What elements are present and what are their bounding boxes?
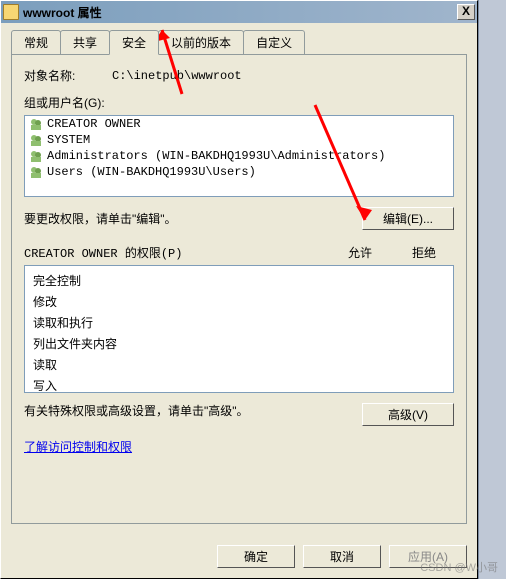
list-item-label: SYSTEM bbox=[47, 133, 90, 147]
cancel-button[interactable]: 取消 bbox=[303, 545, 381, 568]
groups-label: 组或用户名(G): bbox=[24, 94, 454, 111]
folder-icon bbox=[3, 4, 19, 20]
close-button[interactable]: X bbox=[457, 4, 475, 20]
permissions-listbox[interactable]: 完全控制 修改 读取和执行 列出文件夹内容 读取 写入 bbox=[24, 265, 454, 393]
deny-header: 拒绝 bbox=[394, 244, 454, 261]
tab-previous-versions[interactable]: 以前的版本 bbox=[158, 30, 244, 55]
perm-row: 读取 bbox=[33, 354, 445, 375]
advanced-button[interactable]: 高级(V) bbox=[362, 403, 454, 426]
properties-dialog: wwwroot 属性 X 常规 共享 安全 以前的版本 自定义 对象名称: C:… bbox=[0, 0, 478, 579]
tab-security[interactable]: 安全 bbox=[109, 30, 159, 55]
perm-row: 完全控制 bbox=[33, 270, 445, 291]
list-item-label: Administrators (WIN-BAKDHQ1993U\Administ… bbox=[47, 149, 385, 163]
users-icon bbox=[29, 149, 43, 163]
permissions-label: CREATOR OWNER 的权限(P) bbox=[24, 244, 326, 261]
users-icon bbox=[29, 133, 43, 147]
users-icon bbox=[29, 117, 43, 131]
security-panel: 对象名称: C:\inetpub\wwwroot 组或用户名(G): CREAT… bbox=[11, 54, 467, 524]
list-item-label: CREATOR OWNER bbox=[47, 117, 141, 131]
object-name-label: 对象名称: bbox=[24, 67, 112, 84]
groups-listbox[interactable]: CREATOR OWNER SYSTEM Administrators (WIN… bbox=[24, 115, 454, 197]
list-item[interactable]: Administrators (WIN-BAKDHQ1993U\Administ… bbox=[25, 148, 453, 164]
object-path: C:\inetpub\wwwroot bbox=[112, 69, 242, 83]
perm-row: 修改 bbox=[33, 291, 445, 312]
edit-hint: 要更改权限，请单击"编辑"。 bbox=[24, 210, 362, 227]
edit-button[interactable]: 编辑(E)... bbox=[362, 207, 454, 230]
list-item[interactable]: SYSTEM bbox=[25, 132, 453, 148]
perm-row: 写入 bbox=[33, 375, 445, 393]
background-window bbox=[478, 0, 506, 579]
list-item[interactable]: CREATOR OWNER bbox=[25, 116, 453, 132]
advanced-hint: 有关特殊权限或高级设置，请单击"高级"。 bbox=[24, 403, 362, 420]
tab-strip: 常规 共享 安全 以前的版本 自定义 bbox=[11, 30, 467, 55]
window-title: wwwroot 属性 bbox=[23, 4, 457, 21]
tab-sharing[interactable]: 共享 bbox=[60, 30, 110, 55]
ok-button[interactable]: 确定 bbox=[217, 545, 295, 568]
tab-general[interactable]: 常规 bbox=[11, 30, 61, 55]
titlebar[interactable]: wwwroot 属性 X bbox=[1, 1, 477, 23]
allow-header: 允许 bbox=[326, 244, 394, 261]
tab-customize[interactable]: 自定义 bbox=[243, 30, 305, 55]
list-item-label: Users (WIN-BAKDHQ1993U\Users) bbox=[47, 165, 256, 179]
learn-link[interactable]: 了解访问控制和权限 bbox=[24, 438, 132, 455]
perm-row: 读取和执行 bbox=[33, 312, 445, 333]
perm-row: 列出文件夹内容 bbox=[33, 333, 445, 354]
watermark: CSDN @W小哥 bbox=[420, 559, 498, 575]
users-icon bbox=[29, 165, 43, 179]
list-item[interactable]: Users (WIN-BAKDHQ1993U\Users) bbox=[25, 164, 453, 180]
dialog-body: 常规 共享 安全 以前的版本 自定义 对象名称: C:\inetpub\wwwr… bbox=[1, 23, 477, 534]
